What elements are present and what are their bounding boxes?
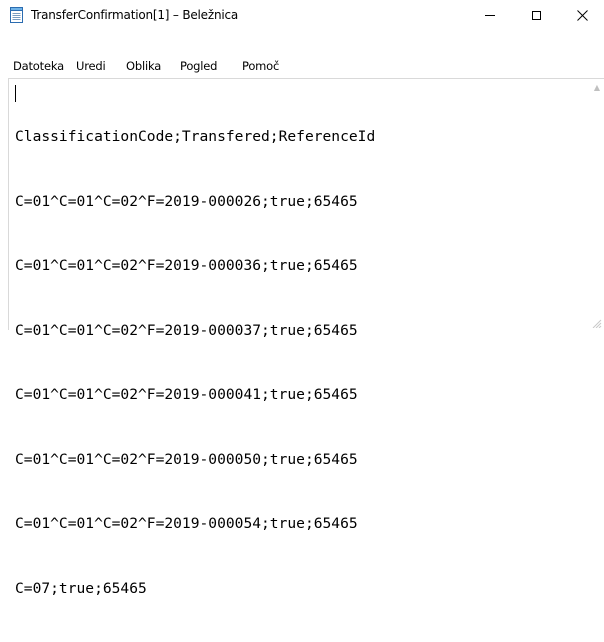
notepad-icon	[10, 7, 23, 23]
scroll-up-arrow[interactable]: ▲	[592, 84, 602, 92]
maximize-button[interactable]	[513, 0, 559, 30]
maximize-icon	[531, 10, 541, 20]
window-title: TransferConfirmation[1] – Beležnica	[31, 8, 239, 22]
text-line: C=01^C=01^C=02^F=2019-000041;true;65465	[15, 386, 358, 403]
document-text[interactable]: ClassificationCode;Transfered;ReferenceI…	[15, 83, 375, 642]
minimize-button[interactable]	[467, 0, 513, 30]
minimize-icon	[485, 14, 495, 16]
resize-grip-icon[interactable]	[590, 318, 602, 328]
menu-file[interactable]: Datoteka	[13, 56, 64, 76]
menu-format[interactable]: Oblika	[126, 56, 161, 76]
text-line: ClassificationCode;Transfered;ReferenceI…	[15, 128, 376, 145]
text-line: C=01^C=01^C=02^F=2019-000037;true;65465	[15, 321, 358, 339]
close-icon	[576, 9, 588, 21]
text-line: C=07;true;65465	[15, 579, 147, 597]
text-line: C=01^C=01^C=02^F=2019-000054;true;65465	[15, 515, 358, 532]
notepad-window: TransferConfirmation[1] – Beležnica Dato…	[0, 0, 604, 597]
menu-view[interactable]: Pogled	[180, 56, 217, 76]
menu-edit[interactable]: Uredi	[76, 56, 106, 76]
text-caret	[15, 85, 16, 102]
text-editor[interactable]: ClassificationCode;Transfered;ReferenceI…	[8, 78, 604, 597]
menu-help[interactable]: Pomoč	[242, 56, 279, 76]
menu-bar: Datoteka Uredi Oblika Pogled Pomoč	[0, 56, 604, 76]
close-button[interactable]	[559, 0, 604, 30]
title-bar[interactable]: TransferConfirmation[1] – Beležnica	[0, 0, 604, 30]
text-line: C=01^C=01^C=02^F=2019-000026;true;65465	[15, 192, 358, 210]
text-line: C=01^C=01^C=02^F=2019-000036;true;65465	[15, 257, 358, 274]
text-line: C=01^C=01^C=02^F=2019-000050;true;65465	[15, 450, 358, 468]
